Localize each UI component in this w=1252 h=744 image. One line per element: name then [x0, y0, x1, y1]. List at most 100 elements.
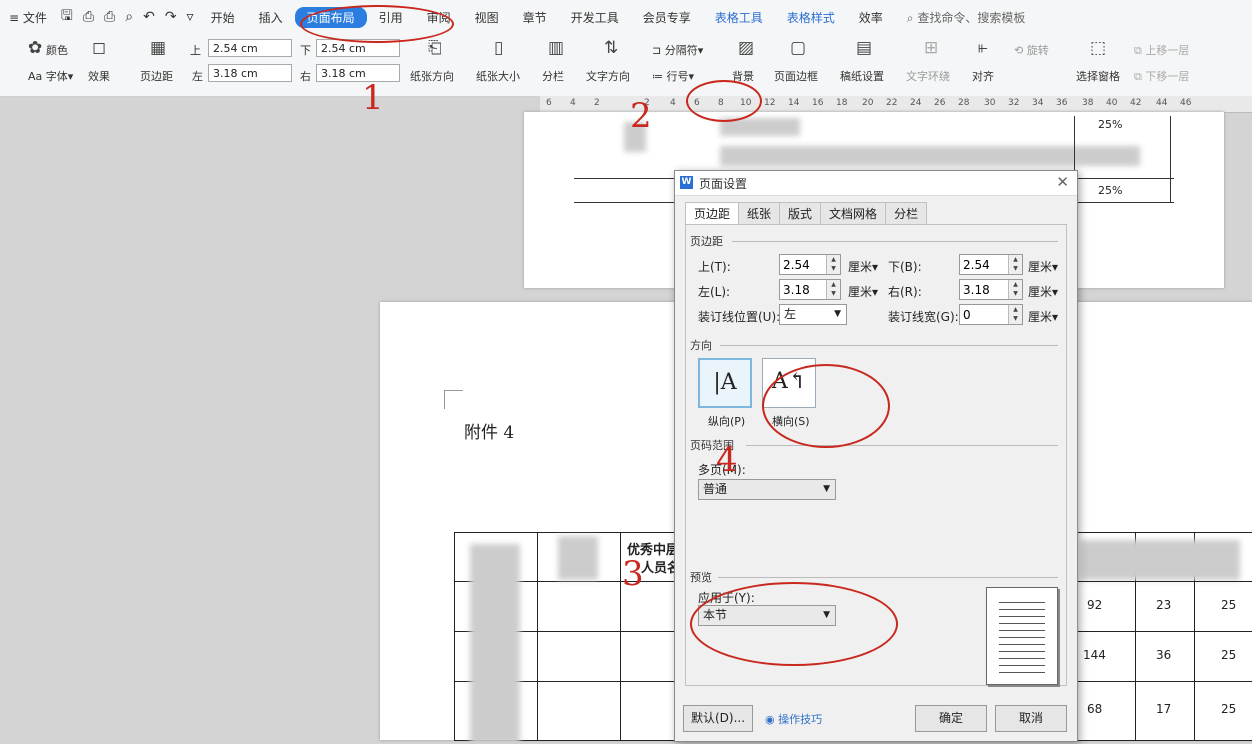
size-button[interactable]: 纸张大小	[476, 68, 520, 84]
paper-setup-icon[interactable]: ▤	[856, 38, 872, 58]
print-icon[interactable]: ⎙	[99, 9, 120, 25]
left-margin-input[interactable]: 3.18 cm	[208, 64, 292, 82]
top-margin-input[interactable]: 2.54 cm	[208, 39, 292, 57]
unit-label[interactable]: 厘米▾	[1028, 258, 1058, 275]
page-border-icon[interactable]: ▢	[790, 38, 806, 58]
left-margin-input[interactable]	[780, 280, 820, 299]
unit-label[interactable]: 厘米▾	[848, 283, 878, 300]
gutter-width-input[interactable]	[960, 305, 1000, 324]
columns-button[interactable]: 分栏	[542, 68, 564, 84]
annotation-number: 2	[630, 96, 652, 136]
selection-pane-icon[interactable]: ⬚	[1090, 38, 1106, 58]
table-cell	[620, 631, 680, 682]
align-button[interactable]: 对齐	[972, 68, 994, 84]
table-cell: 68	[1076, 681, 1136, 741]
preview-lines	[999, 598, 1045, 674]
file-menu[interactable]: ≡ 文件	[0, 9, 56, 26]
top-margin-field[interactable]: ▲▼	[779, 254, 841, 275]
unit-label[interactable]: 厘米▾	[1028, 283, 1058, 300]
default-button[interactable]: 默认(D)...	[683, 705, 753, 732]
tab-section[interactable]: 章节	[511, 9, 559, 26]
command-search[interactable]: ⌕ 查找命令、搜索模板	[895, 9, 1038, 26]
right-margin-input[interactable]: 3.18 cm	[316, 64, 400, 82]
margins-icon[interactable]: ▦	[150, 38, 166, 58]
save-icon[interactable]: 🖫	[56, 5, 78, 29]
unit-label[interactable]: 厘米▾	[848, 258, 878, 275]
annotation-number: 1	[362, 78, 384, 118]
right-margin-input[interactable]	[960, 280, 1000, 299]
wrap-button[interactable]: 文字环绕	[906, 68, 950, 84]
text-direction-icon[interactable]: ⇅	[604, 38, 618, 58]
send-backward-button[interactable]: ⧉ 下移一层	[1134, 68, 1189, 84]
columns-icon[interactable]: ▥	[548, 38, 564, 58]
effects-button[interactable]: 效果	[88, 68, 110, 84]
bottom-margin-label: 下	[300, 44, 311, 57]
close-icon[interactable]: ✕	[1056, 173, 1069, 191]
tab-home[interactable]: 开始	[199, 9, 247, 26]
multiple-pages-select[interactable]: 普通 ▼	[698, 479, 836, 500]
theme-colors-icon[interactable]: ✿	[28, 38, 42, 58]
theme-colors-button[interactable]: 颜色	[46, 42, 68, 58]
table-cell	[620, 681, 680, 741]
ok-button[interactable]: 确定	[915, 705, 987, 732]
section-preview: 预览	[690, 571, 712, 584]
tab-doc-grid[interactable]: 文档网格	[820, 202, 887, 225]
undo-icon[interactable]: ↶	[138, 9, 160, 25]
tab-table-tools[interactable]: 表格工具	[703, 9, 775, 26]
dialog-tabs: 页边距 纸张 版式 文档网格 分栏	[685, 202, 928, 227]
bottom-margin-field[interactable]: ▲▼	[959, 254, 1023, 275]
breaks-button[interactable]: ⊐ 分隔符▾	[652, 42, 703, 58]
wrap-icon[interactable]: ⊞	[924, 38, 938, 58]
dialog-titlebar[interactable]: W 页面设置 ✕	[675, 171, 1077, 196]
chevron-down-icon: ▼	[823, 484, 830, 494]
spinner-arrows-icon[interactable]: ▲ ▼	[826, 280, 840, 299]
gutter-width-field[interactable]: ▲▼	[959, 304, 1023, 325]
page-border-button[interactable]: 页面边框	[774, 68, 818, 84]
spinner-arrows-icon[interactable]: ▲ ▼	[1008, 280, 1022, 299]
portrait-option[interactable]: |A	[698, 358, 752, 408]
effects-icon[interactable]: ◻	[92, 38, 106, 58]
tab-view[interactable]: 视图	[463, 9, 511, 26]
gutter-position-select[interactable]: 左 ▼	[779, 304, 847, 325]
customize-icon[interactable]: ▿	[182, 9, 199, 25]
right-margin-field[interactable]: ▲▼	[959, 279, 1023, 300]
spinner-arrows-icon[interactable]: ▲ ▼	[1008, 305, 1022, 324]
left-margin-field[interactable]: ▲▼	[779, 279, 841, 300]
margins-button[interactable]: 页边距	[140, 68, 173, 84]
bottom-margin-input[interactable]	[960, 255, 1000, 274]
paper-setup-button[interactable]: 稿纸设置	[840, 68, 884, 84]
selection-pane-button[interactable]: 选择窗格	[1076, 68, 1120, 84]
theme-fonts-button[interactable]: Aa 字体▾	[28, 68, 73, 84]
rotate-button[interactable]: ⟲ 旋转	[1014, 42, 1049, 58]
annotation-circle	[762, 364, 890, 448]
tab-efficiency[interactable]: 效率	[847, 9, 895, 26]
tab-columns[interactable]: 分栏	[885, 202, 928, 225]
orientation-button[interactable]: 纸张方向	[410, 68, 454, 84]
print-preview-icon[interactable]: ⌕	[120, 9, 138, 25]
text-direction-button[interactable]: 文字方向	[586, 68, 630, 84]
tab-member[interactable]: 会员专享	[631, 9, 703, 26]
spinner-arrows-icon[interactable]: ▲ ▼	[1008, 255, 1022, 274]
table-cell: 17	[1135, 681, 1195, 741]
orientation-icon[interactable]: ⎗	[428, 38, 442, 58]
unit-label[interactable]: 厘米▾	[1028, 308, 1058, 325]
portrait-label[interactable]: 纵向(P)	[708, 413, 745, 429]
right-label: 右(R):	[888, 285, 922, 299]
cancel-button[interactable]: 取消	[995, 705, 1067, 732]
top-margin-input[interactable]	[780, 255, 820, 274]
tab-paper[interactable]: 纸张	[738, 202, 781, 225]
dialog-title: 页面设置	[699, 177, 748, 191]
tips-link[interactable]: ◉ 操作技巧	[765, 711, 822, 727]
redo-icon[interactable]: ↷	[160, 9, 182, 25]
tab-table-style[interactable]: 表格样式	[775, 9, 847, 26]
tab-insert[interactable]: 插入	[247, 9, 295, 26]
size-icon[interactable]: ▯	[494, 38, 503, 58]
background-icon[interactable]: ▨	[738, 38, 754, 58]
line-numbers-button[interactable]: ≔ 行号▾	[652, 68, 694, 84]
export-pdf-icon[interactable]: ⎙	[78, 9, 99, 25]
align-icon[interactable]: ⫦	[978, 38, 988, 58]
tab-layout[interactable]: 版式	[779, 202, 822, 225]
tab-developer[interactable]: 开发工具	[559, 9, 631, 26]
spinner-arrows-icon[interactable]: ▲ ▼	[826, 255, 840, 274]
bring-forward-button[interactable]: ⧉ 上移一层	[1134, 42, 1189, 58]
